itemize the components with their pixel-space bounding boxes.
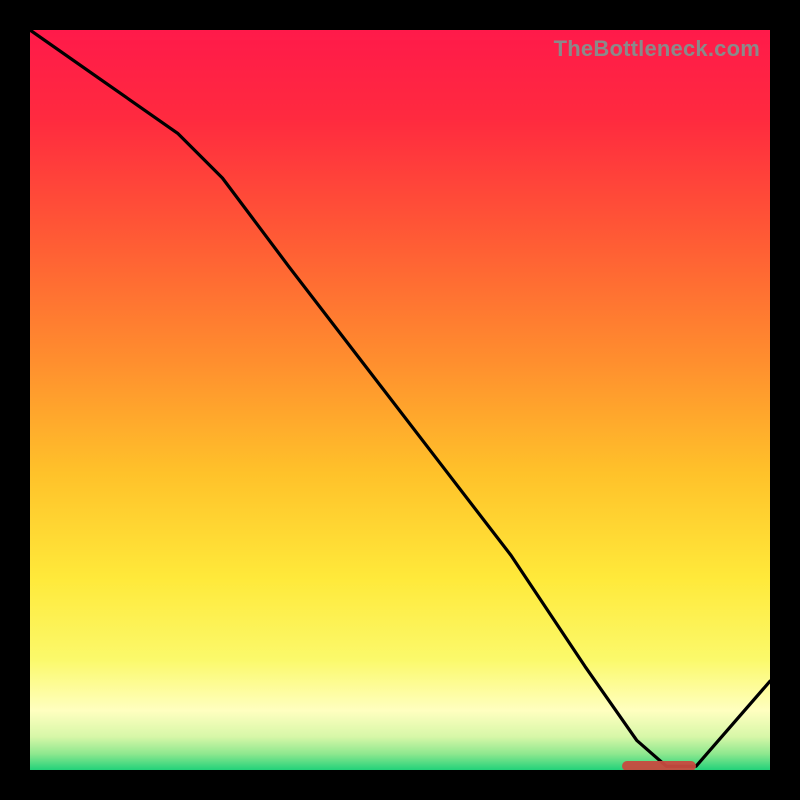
- optimal-range-marker: [622, 761, 696, 770]
- background-gradient: [30, 30, 770, 770]
- watermark-text: TheBottleneck.com: [554, 36, 760, 62]
- chart-frame: TheBottleneck.com: [0, 0, 800, 800]
- plot-area: TheBottleneck.com: [30, 30, 770, 770]
